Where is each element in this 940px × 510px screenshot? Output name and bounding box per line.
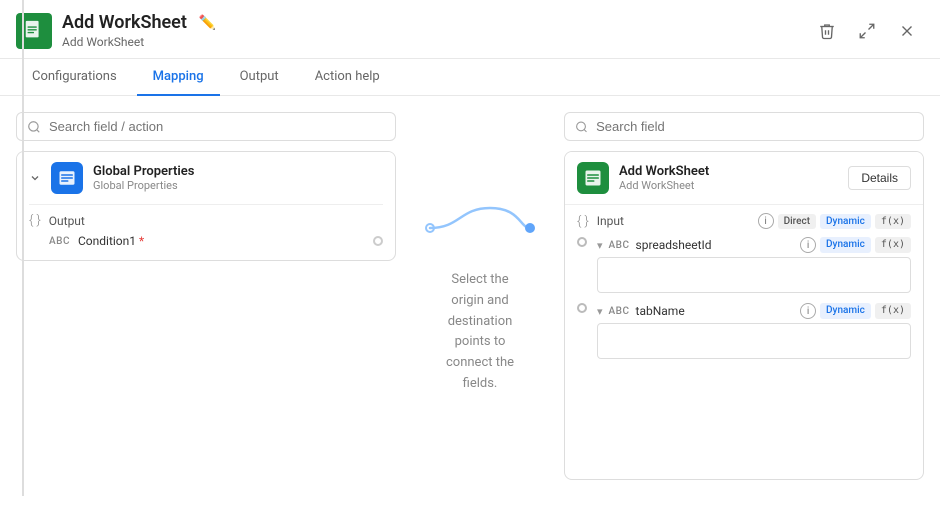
right-search-input[interactable] — [596, 119, 913, 134]
left-panel: Global Properties Global Properties { } … — [16, 112, 396, 480]
info-icon[interactable]: i — [758, 213, 774, 229]
collapse-indicator-tabname[interactable]: ▾ — [597, 305, 603, 318]
header: Add WorkSheet ✏️ Add WorkSheet — [0, 0, 940, 59]
main-content: Global Properties Global Properties { } … — [0, 96, 940, 496]
right-card-header: Add WorkSheet Add WorkSheet Details — [565, 152, 923, 204]
card-title: Global Properties — [93, 164, 194, 179]
page-subtitle: Add WorkSheet — [62, 34, 216, 51]
output-section: { } Output ABC Condition1 * — [17, 205, 395, 260]
dynamic-badge: Dynamic — [820, 214, 871, 229]
required-star: * — [139, 234, 144, 248]
fx-badge: f(x) — [875, 214, 911, 229]
delete-button[interactable] — [814, 18, 840, 44]
abc-label: ABC — [49, 236, 70, 247]
close-button[interactable] — [894, 18, 920, 44]
right-search-icon — [575, 120, 588, 134]
left-card-header: Global Properties Global Properties — [17, 152, 395, 204]
tabname-abc: ABC — [609, 306, 630, 317]
condition-field-name: Condition1 * — [78, 234, 144, 248]
right-search-box[interactable] — [564, 112, 924, 141]
field-content-spreadsheetid: ▾ ABC spreadsheetId i Dynamic f(x) — [597, 237, 911, 293]
center-message: Select the origin and destination points… — [446, 270, 514, 395]
card-titles: Global Properties Global Properties — [93, 164, 194, 192]
left-card: Global Properties Global Properties { } … — [16, 151, 396, 261]
right-connector-dot-spreadsheetid[interactable] — [577, 237, 587, 247]
spreadsheetid-info-icon[interactable]: i — [800, 237, 816, 253]
field-tabname: ▾ ABC tabName i Dynamic f(x) — [577, 303, 911, 359]
input-label-row: { } Input i Direct Dynamic f(x) — [577, 213, 911, 229]
output-item: ABC Condition1 * — [29, 230, 383, 252]
tabname-name: tabName — [636, 304, 685, 318]
spreadsheetid-badges: i Dynamic f(x) — [800, 237, 911, 253]
tab-configurations[interactable]: Configurations — [16, 59, 133, 96]
card-icon — [51, 162, 83, 194]
tabname-info-icon[interactable]: i — [800, 303, 816, 319]
tabname-fx-badge: f(x) — [875, 303, 911, 319]
spreadsheetid-fx-badge: f(x) — [875, 237, 911, 253]
collapse-indicator-spreadsheetid[interactable]: ▾ — [597, 239, 603, 252]
header-actions — [814, 18, 920, 44]
direct-badge: Direct — [778, 214, 816, 229]
spreadsheetid-name: spreadsheetId — [636, 238, 712, 252]
tabname-dynamic-badge: Dynamic — [820, 303, 871, 319]
search-input[interactable] — [49, 119, 385, 134]
output-label: { } Output — [29, 213, 383, 228]
right-card-title: Add WorkSheet — [619, 164, 709, 179]
search-icon — [27, 120, 41, 134]
spreadsheetid-dynamic-badge: Dynamic — [820, 237, 871, 253]
field-label-row-spreadsheetid: ▾ ABC spreadsheetId i Dynamic f(x) — [597, 237, 911, 253]
tab-action-help[interactable]: Action help — [299, 59, 396, 96]
left-connector-dot[interactable] — [373, 236, 383, 246]
collapse-button[interactable] — [29, 172, 41, 184]
tabname-badges: i Dynamic f(x) — [800, 303, 911, 319]
right-card-titles: Add WorkSheet Add WorkSheet — [619, 164, 709, 192]
page-title: Add WorkSheet — [62, 12, 187, 34]
header-titles: Add WorkSheet ✏️ Add WorkSheet — [62, 12, 216, 50]
input-label-text: Input — [597, 214, 624, 228]
tab-bar: Configurations Mapping Output Action hel… — [0, 59, 940, 96]
right-panel: Add WorkSheet Add WorkSheet Details { } … — [564, 112, 924, 480]
edit-icon[interactable]: ✏️ — [199, 15, 216, 31]
input-section: { } Input i Direct Dynamic f(x) — [565, 205, 923, 377]
right-card-icon — [577, 162, 609, 194]
connector-svg — [420, 198, 540, 262]
card-subtitle: Global Properties — [93, 179, 194, 192]
field-content-tabname: ▾ ABC tabName i Dynamic f(x) — [597, 303, 911, 359]
spreadsheetid-abc: ABC — [609, 240, 630, 251]
details-button[interactable]: Details — [848, 166, 911, 190]
tab-output[interactable]: Output — [224, 59, 295, 96]
header-left: Add WorkSheet ✏️ Add WorkSheet — [16, 12, 216, 50]
left-search-box[interactable] — [16, 112, 396, 141]
tab-mapping[interactable]: Mapping — [137, 59, 220, 96]
tabname-input[interactable] — [597, 323, 911, 359]
input-badges: i Direct Dynamic f(x) — [758, 213, 911, 229]
output-label-text: Output — [49, 214, 85, 228]
input-curly-icon: { } — [577, 214, 589, 229]
center-area: Select the origin and destination points… — [396, 112, 564, 480]
right-card: Add WorkSheet Add WorkSheet Details { } … — [564, 151, 924, 480]
right-card-subtitle: Add WorkSheet — [619, 179, 709, 192]
expand-button[interactable] — [854, 18, 880, 44]
field-row-tabname: ▾ ABC tabName i Dynamic f(x) — [577, 303, 911, 359]
spreadsheetid-input[interactable] — [597, 257, 911, 293]
field-label-row-tabname: ▾ ABC tabName i Dynamic f(x) — [597, 303, 911, 319]
output-curly-icon: { } — [29, 213, 41, 228]
field-spreadsheetid: ▾ ABC spreadsheetId i Dynamic f(x) — [577, 237, 911, 293]
field-row-spreadsheetid: ▾ ABC spreadsheetId i Dynamic f(x) — [577, 237, 911, 293]
right-connector-dot-tabname[interactable] — [577, 303, 587, 313]
